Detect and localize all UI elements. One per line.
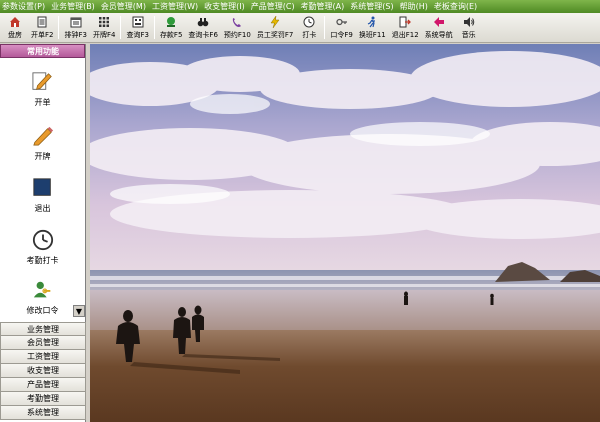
toolbar-button-3-2[interactable]: 预约F10 xyxy=(221,13,254,42)
category-item-1[interactable]: 会员管理 xyxy=(0,336,86,350)
clock-icon xyxy=(303,16,315,28)
toolbar-button-4-0[interactable]: 口令F9 xyxy=(327,13,355,42)
binoculars-icon xyxy=(197,16,209,28)
toolbar-button-4-2[interactable]: 退出F12 xyxy=(389,13,422,42)
function-item-1[interactable]: 开牌 xyxy=(0,125,85,162)
toolbar-button-3-3[interactable]: 员工奖罚F7 xyxy=(254,13,296,42)
toolbar-button-label: 盘房 xyxy=(8,30,22,39)
deposit-icon xyxy=(165,16,177,28)
schedule-icon xyxy=(70,16,82,28)
toolbar-button-label: 排钟F3 xyxy=(64,30,87,39)
toolbar-button-label: 预约F10 xyxy=(223,30,251,39)
toolbar-separator xyxy=(324,16,326,39)
house-icon xyxy=(9,16,21,28)
runner-icon xyxy=(366,16,378,28)
grid-icon xyxy=(98,16,110,28)
pencil-icon xyxy=(32,125,54,147)
function-panel: 开单开牌退出考勤打卡修改口令 xyxy=(0,59,85,321)
category-item-6[interactable]: 系统管理 xyxy=(0,406,86,420)
toolbar-button-label: 存款F5 xyxy=(159,30,183,39)
menu-item-3[interactable]: 工资管理(W) xyxy=(152,0,198,13)
scroll-down-arrow[interactable]: ▼ xyxy=(73,305,85,317)
toolbar-button-3-0[interactable]: 存款F5 xyxy=(157,13,185,42)
toolbar-button-0-1[interactable]: 开单F2 xyxy=(28,13,56,42)
toolbar-button-4-3[interactable]: 系统导航 xyxy=(422,13,456,42)
query-icon xyxy=(132,16,144,28)
category-item-3[interactable]: 收支管理 xyxy=(0,364,86,378)
beach-scene xyxy=(90,44,600,422)
toolbar-button-1-0[interactable]: 排钟F3 xyxy=(61,13,89,42)
category-item-5[interactable]: 考勤管理 xyxy=(0,392,86,406)
toolbar-separator xyxy=(153,16,155,39)
lightning-icon xyxy=(269,15,281,28)
toolbar-button-2-0[interactable]: 查询F3 xyxy=(123,13,151,42)
toolbar-button-label: 查询卡F6 xyxy=(188,30,218,39)
toolbar-separator xyxy=(58,16,60,39)
function-item-2[interactable]: 退出 xyxy=(0,177,85,214)
toolbar-button-4-4[interactable]: 音乐 xyxy=(456,13,482,42)
moon-exit-icon xyxy=(32,177,54,199)
toolbar-button-3-4[interactable]: 打卡 xyxy=(296,13,322,42)
exit-icon xyxy=(399,16,412,28)
toolbar-button-label: 开单F2 xyxy=(31,30,54,39)
menu-item-8[interactable]: 帮助(H) xyxy=(400,0,428,13)
category-item-0[interactable]: 业务管理 xyxy=(0,322,86,336)
function-item-label: 修改口令 xyxy=(26,306,59,315)
toolbar-button-label: 员工奖罚F7 xyxy=(256,30,294,39)
phone-icon xyxy=(231,16,243,28)
toolbar-button-label: 口令F9 xyxy=(330,30,353,39)
function-item-label: 开单 xyxy=(34,98,51,107)
pencil-paper-icon xyxy=(31,71,54,93)
menu-item-9[interactable]: 老板查询(E) xyxy=(434,0,477,13)
toolbar: 盘房 开单F2 排钟F3 开牌F4 查询F3 存款F5 查询卡F6 预约F10 员工奖罚F7 打卡… xyxy=(0,13,600,43)
toolbar-button-4-1[interactable]: 换班F11 xyxy=(356,13,389,42)
sidebar-header: 常用功能 xyxy=(0,44,85,58)
key-icon xyxy=(335,16,348,28)
nav-icon xyxy=(433,16,445,28)
toolbar-button-label: 查询F3 xyxy=(126,30,149,39)
user-key-icon xyxy=(32,279,54,301)
beach-photo xyxy=(90,44,600,422)
toolbar-separator xyxy=(120,16,122,39)
menu-item-4[interactable]: 收支管理(I) xyxy=(204,0,245,13)
toolbar-button-1-1[interactable]: 开牌F4 xyxy=(90,13,118,42)
function-item-label: 退出 xyxy=(34,204,51,213)
function-item-3[interactable]: 考勤打卡 xyxy=(0,229,85,266)
speaker-icon xyxy=(463,16,475,28)
toolbar-button-label: 系统导航 xyxy=(424,30,453,39)
menu-item-7[interactable]: 系统管理(S) xyxy=(350,0,393,13)
toolbar-button-label: 打卡 xyxy=(302,30,317,39)
category-item-4[interactable]: 产品管理 xyxy=(0,378,86,392)
menu-item-1[interactable]: 业务管理(B) xyxy=(51,0,95,13)
function-item-0[interactable]: 开单 xyxy=(0,71,85,108)
order-icon xyxy=(36,16,48,28)
menu-item-5[interactable]: 产品管理(C) xyxy=(251,0,295,13)
category-item-2[interactable]: 工资管理 xyxy=(0,350,86,364)
menu-bar: 参数设置(P) 业务管理(B) 会员管理(M) 工资管理(W) 收支管理(I) 产品管理(… xyxy=(0,0,600,13)
function-item-label: 开牌 xyxy=(34,152,51,161)
menu-item-0[interactable]: 参数设置(P) xyxy=(2,0,45,13)
menu-item-6[interactable]: 考勤管理(A) xyxy=(301,0,345,13)
toolbar-button-label: 开牌F4 xyxy=(92,30,116,39)
category-list: 业务管理 会员管理 工资管理 收支管理 产品管理 考勤管理 系统管理 xyxy=(0,322,86,420)
function-item-label: 考勤打卡 xyxy=(26,256,59,265)
toolbar-button-label: 换班F11 xyxy=(358,30,386,39)
clock-icon xyxy=(32,229,54,251)
menu-item-2[interactable]: 会员管理(M) xyxy=(101,0,146,13)
toolbar-button-3-1[interactable]: 查询卡F6 xyxy=(185,13,220,42)
toolbar-button-label: 退出F12 xyxy=(391,30,419,39)
sidebar: 常用功能 开单开牌退出考勤打卡修改口令 ▼ 业务管理 会员管理 工资管理 收支管理 产品… xyxy=(0,44,86,422)
toolbar-button-label: 音乐 xyxy=(461,30,476,39)
toolbar-button-0-0[interactable]: 盘房 xyxy=(2,13,28,42)
